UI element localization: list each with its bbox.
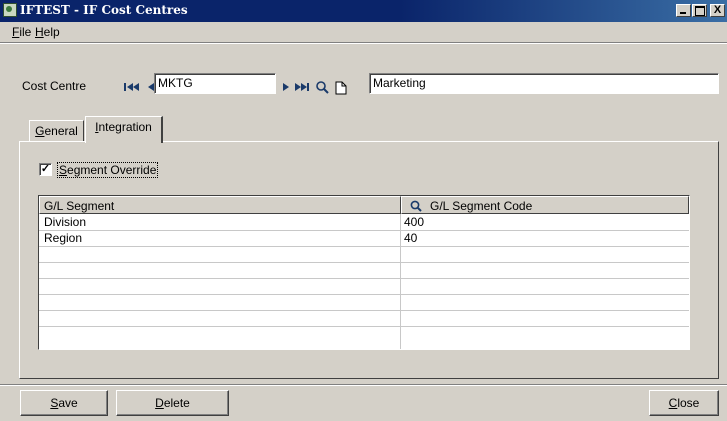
table-row[interactable]	[39, 263, 689, 279]
close-window-button[interactable]: X	[710, 4, 725, 17]
menu-file-rest: ile	[19, 25, 32, 39]
search-icon[interactable]	[410, 200, 422, 212]
column-header-gl-segment[interactable]: G/L Segment	[39, 196, 401, 214]
table-row[interactable]	[39, 311, 689, 327]
cell-gl-segment-code[interactable]: 40	[401, 231, 420, 246]
column-header-gl-segment-code-label: G/L Segment Code	[430, 199, 533, 213]
tab-integration-rest: ntegration	[98, 120, 152, 134]
cost-centre-label: Cost Centre	[22, 79, 87, 93]
footer-separator	[0, 384, 727, 386]
cell-gl-segment[interactable]	[41, 279, 47, 294]
segment-override-label[interactable]: Segment Override	[57, 162, 159, 178]
cell-gl-segment[interactable]: Region	[41, 231, 85, 246]
cell-gl-segment[interactable]	[41, 295, 47, 310]
segment-grid[interactable]: G/L Segment G/L Segment Code Division 40…	[38, 195, 690, 350]
tab-general-rest: eneral	[44, 124, 78, 138]
title-bar[interactable]: IFTEST - IF Cost Centres X	[0, 0, 727, 22]
nav-first-prev-group	[124, 83, 154, 91]
segment-override-rest: egment Override	[67, 163, 157, 177]
column-header-gl-segment-code[interactable]: G/L Segment Code	[401, 196, 689, 214]
window-title: IFTEST - IF Cost Centres	[20, 3, 188, 17]
cell-gl-segment-code[interactable]	[401, 311, 407, 326]
cell-gl-segment[interactable]	[41, 311, 47, 326]
first-icon[interactable]	[124, 83, 139, 91]
table-row[interactable]	[39, 247, 689, 263]
menu-help[interactable]: Help	[35, 25, 60, 39]
segment-override-key: S	[59, 163, 68, 177]
menu-file[interactable]: File	[12, 25, 31, 39]
delete-button-rest: elete	[163, 396, 190, 410]
save-button-rest: ave	[58, 396, 78, 410]
cost-centre-description-input[interactable]: Marketing	[369, 73, 719, 94]
cell-gl-segment-code[interactable]	[401, 295, 407, 310]
menu-bar: File Help	[0, 22, 727, 42]
app-icon	[3, 3, 17, 17]
search-icon[interactable]	[316, 81, 329, 94]
segment-override-checkbox[interactable]: ✓	[39, 163, 52, 176]
close-button-rest: lose	[677, 396, 700, 410]
cell-gl-segment-code[interactable]	[401, 279, 407, 294]
last-icon[interactable]	[295, 83, 309, 91]
tab-general[interactable]: General	[29, 120, 84, 141]
cell-gl-segment[interactable]: Division	[41, 215, 89, 230]
cell-gl-segment-code[interactable]: 400	[401, 215, 427, 230]
table-row[interactable]	[39, 279, 689, 295]
cell-gl-segment[interactable]	[41, 247, 47, 262]
nav-next-last-group	[283, 81, 347, 95]
cost-centre-code-input[interactable]: MKTG	[154, 73, 276, 94]
minimize-button[interactable]	[676, 4, 691, 17]
maximize-button[interactable]	[692, 4, 707, 17]
next-icon[interactable]	[283, 83, 289, 91]
menu-separator	[0, 42, 727, 44]
table-row[interactable]: Division 400	[39, 215, 689, 231]
table-row[interactable]	[39, 295, 689, 311]
cell-gl-segment-code[interactable]	[401, 263, 407, 278]
save-button[interactable]: Save	[20, 390, 108, 416]
menu-help-rest: elp	[43, 25, 60, 39]
cell-gl-segment[interactable]	[41, 263, 47, 278]
application-window: IFTEST - IF Cost Centres X File Help Cos…	[0, 0, 727, 421]
close-button[interactable]: Close	[649, 390, 719, 416]
cell-gl-segment-code[interactable]	[401, 247, 407, 262]
delete-button-key: D	[155, 396, 164, 410]
delete-button[interactable]: Delete	[116, 390, 229, 416]
tab-integration[interactable]: Integration	[85, 116, 163, 143]
new-document-icon[interactable]	[335, 81, 347, 95]
table-row[interactable]: Region 40	[39, 231, 689, 247]
menu-help-key: H	[35, 25, 44, 39]
